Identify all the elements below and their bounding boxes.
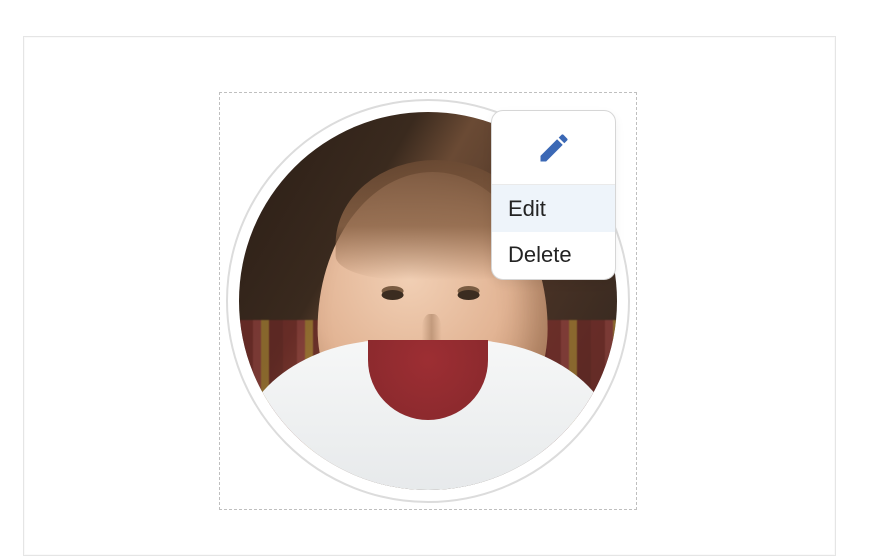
edit-avatar-button[interactable] (492, 111, 615, 185)
avatar-shirt (239, 340, 617, 490)
pencil-icon (536, 130, 572, 166)
menu-item-edit[interactable]: Edit (492, 185, 615, 232)
menu-item-delete[interactable]: Delete (492, 232, 615, 278)
avatar-action-menu: Edit Delete (492, 185, 615, 279)
avatar-action-popover: Edit Delete (491, 110, 616, 280)
